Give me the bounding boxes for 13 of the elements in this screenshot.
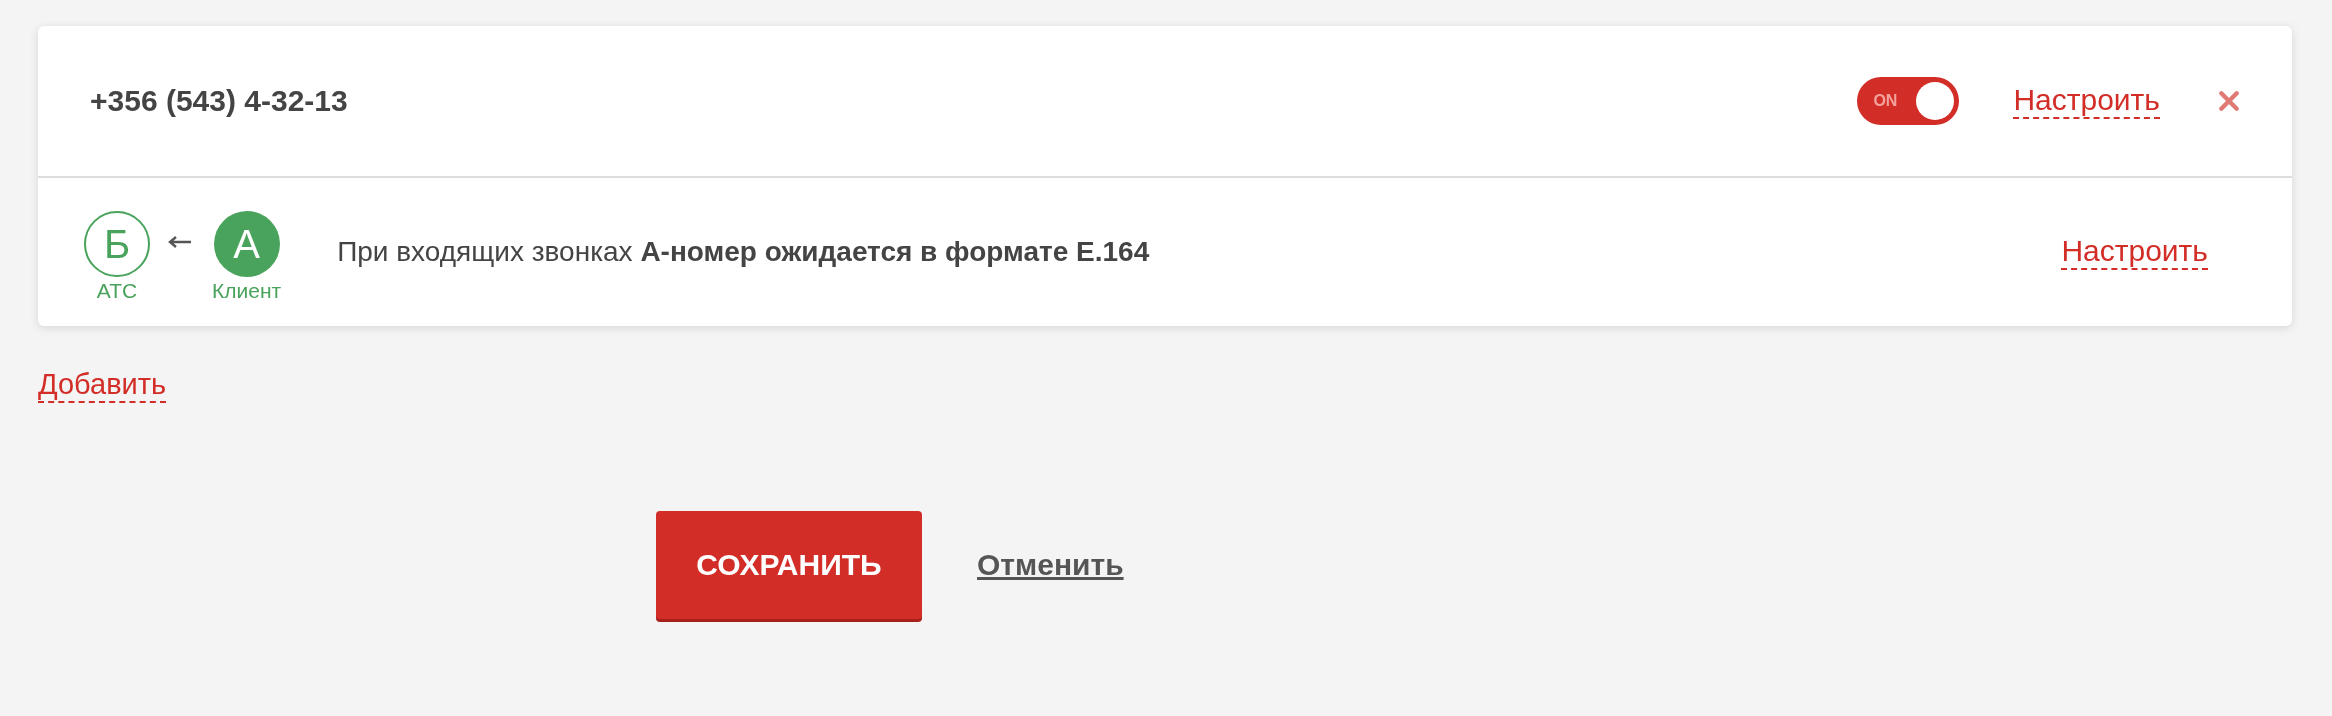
phone-number: +356 (543) 4-32-13 (90, 84, 349, 118)
format-description: При входящих звонках А-номер ожидается в формате E.164 (337, 236, 1151, 268)
cancel-link[interactable]: Отменить (977, 548, 1124, 583)
left-arrow-icon (168, 235, 192, 249)
letter-badge: Б (84, 211, 150, 277)
configure-link[interactable]: Настроить (2013, 82, 2160, 120)
badge-caption: Клиент (212, 279, 282, 303)
badge-caption: АТС (96, 279, 138, 303)
letter-badge: А (213, 211, 280, 277)
save-button[interactable]: СОХРАНИТЬ (656, 511, 922, 620)
configure-link[interactable]: Настроить (2061, 233, 2208, 271)
close-icon[interactable] (2218, 90, 2240, 112)
add-link[interactable]: Добавить (38, 368, 167, 404)
